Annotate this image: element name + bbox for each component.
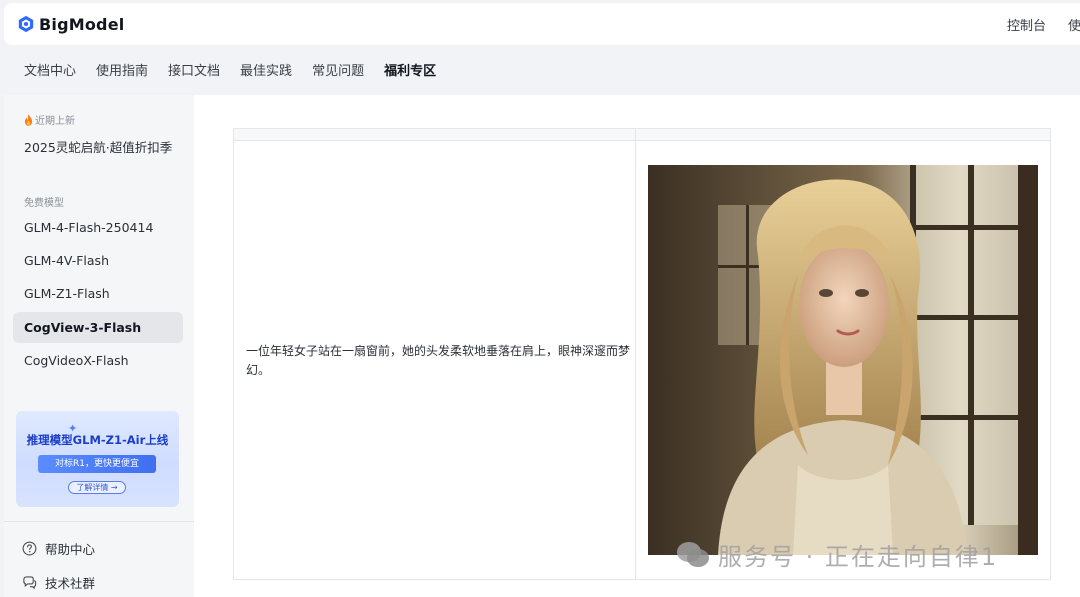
console-link[interactable]: 控制台 bbox=[1007, 15, 1046, 34]
prompt-cell: 一位年轻女子站在一扇窗前，她的头发柔软地垂落在肩上，眼神深邃而梦幻。 bbox=[246, 344, 631, 377]
sidebar-item-cogview-3-flash[interactable]: CogView-3-Flash bbox=[13, 312, 183, 343]
tech-community-link[interactable]: 技术社群 bbox=[22, 573, 95, 592]
free-models-section-title: 免费模型 bbox=[24, 198, 64, 209]
nav-benefits[interactable]: 福利专区 bbox=[384, 60, 436, 79]
bigmodel-logo-icon bbox=[18, 15, 34, 33]
nav-user-guide[interactable]: 使用指南 bbox=[96, 60, 148, 79]
tech-community-label: 技术社群 bbox=[45, 576, 96, 591]
promo-subtitle: 对标R1，更快更便宜 bbox=[38, 455, 156, 473]
sidebar-item-glm-4-flash[interactable]: GLM-4-Flash-250414 bbox=[13, 212, 183, 243]
watermark-text: 服务号 · 正在走向自律1 bbox=[718, 543, 999, 571]
generated-image bbox=[648, 165, 1038, 555]
wechat-logo-icon bbox=[677, 541, 709, 567]
sidebar: 近期上新 2025灵蛇启航·超值折扣季 免费模型 GLM-4-Flash-250… bbox=[4, 95, 194, 597]
nav-faq[interactable]: 常见问题 bbox=[312, 60, 364, 79]
nav-docs-center[interactable]: 文档中心 bbox=[24, 60, 76, 79]
promo-banner[interactable]: ✦ 推理模型GLM-Z1-Air上线 对标R1，更快更便宜 了解详情 → bbox=[16, 411, 179, 507]
sidebar-divider bbox=[4, 521, 194, 522]
main-content: 一位年轻女子站在一扇窗前，她的头发柔软地垂落在肩上，眼神深邃而梦幻。 bbox=[194, 95, 1080, 597]
help-center-link[interactable]: 帮助中心 bbox=[22, 539, 95, 558]
top-right-actions: 控制台 使 bbox=[1007, 3, 1080, 45]
example-table: 一位年轻女子站在一扇窗前，她的头发柔软地垂落在肩上，眼神深邃而梦幻。 bbox=[233, 128, 1051, 580]
sidebar-item-glm-4v-flash[interactable]: GLM-4V-Flash bbox=[13, 245, 183, 276]
doc-nav: 文档中心 使用指南 接口文档 最佳实践 常见问题 福利专区 bbox=[0, 48, 1080, 90]
table-header-row bbox=[234, 129, 1050, 141]
nav-api-docs[interactable]: 接口文档 bbox=[168, 60, 220, 79]
chat-bubbles-icon bbox=[23, 576, 37, 590]
promo-details-button[interactable]: 了解详情 → bbox=[68, 481, 126, 494]
help-center-label: 帮助中心 bbox=[45, 542, 96, 557]
nav-best-practices[interactable]: 最佳实践 bbox=[240, 60, 292, 79]
top-bar: BigModel 控制台 使 bbox=[4, 3, 1080, 45]
sidebar-item-glm-z1-flash[interactable]: GLM-Z1-Flash bbox=[13, 278, 183, 309]
watermark: 服务号 · 正在走向自律1 bbox=[676, 537, 998, 572]
brand-name: BigModel bbox=[39, 14, 125, 34]
user-menu-trigger[interactable]: 使 bbox=[1068, 15, 1080, 33]
flame-icon bbox=[24, 113, 33, 126]
recent-section-title: 近期上新 bbox=[24, 112, 75, 127]
recent-section-label: 近期上新 bbox=[35, 116, 75, 127]
sidebar-item-cogvideox-flash[interactable]: CogVideoX-Flash bbox=[13, 345, 183, 376]
help-circle-icon bbox=[22, 541, 37, 556]
portrait-illustration bbox=[648, 165, 1038, 555]
brand-logo[interactable]: BigModel bbox=[17, 15, 124, 34]
promo-title: 推理模型GLM-Z1-Air上线 bbox=[26, 433, 169, 447]
table-column-divider bbox=[635, 129, 636, 579]
sidebar-item-2025-discount[interactable]: 2025灵蛇启航·超值折扣季 bbox=[13, 131, 183, 162]
